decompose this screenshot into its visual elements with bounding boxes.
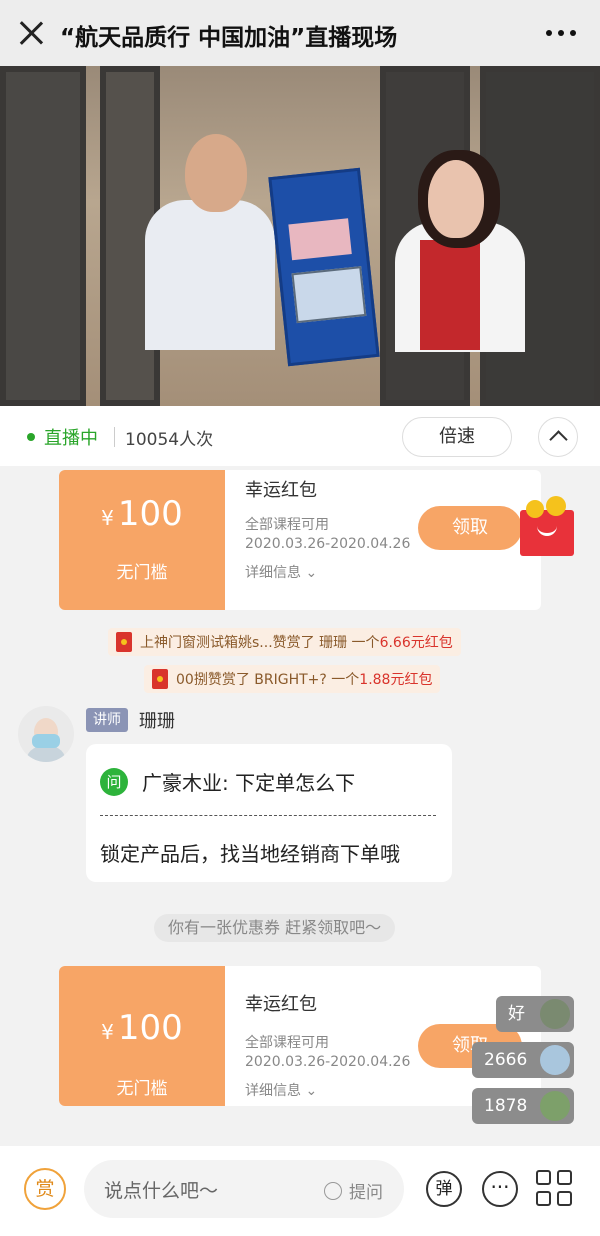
coupon-value-panel: ¥100 无门槛 xyxy=(59,470,225,610)
reward-notice: 上神门窗测试箱姚s... 赞赏了 珊珊 一个 6.66元红包 xyxy=(108,628,461,656)
reward-notice: 00捌 赞赏了 BRIGHT+? 一个 1.88元红包 xyxy=(144,665,441,693)
coupon-prompt: 你有一张优惠券 赶紧领取吧～ xyxy=(154,914,396,942)
lecturer-badge: 讲师 xyxy=(86,708,128,732)
coupon-threshold: 无门槛 xyxy=(116,1079,168,1099)
ask-question-toggle[interactable] xyxy=(324,1182,342,1200)
more-options-icon[interactable] xyxy=(546,30,576,36)
red-envelope-icon xyxy=(152,669,168,689)
promo-poster xyxy=(268,167,380,367)
ask-question-label[interactable]: 提问 xyxy=(349,1178,383,1203)
danmaku-message: 2666 xyxy=(472,1042,574,1078)
question-icon: 问 xyxy=(100,768,128,796)
comment-input[interactable]: 说点什么吧～ 提问 xyxy=(84,1160,404,1218)
presenter-man-head xyxy=(185,134,247,212)
playback-speed-button[interactable]: 倍速 xyxy=(402,417,512,457)
coupon-amount: ¥100 xyxy=(101,494,183,534)
coupon-scope: 全部课程可用 xyxy=(245,517,329,533)
coupon-amount: ¥100 xyxy=(101,1008,183,1048)
claim-button[interactable]: 领取 xyxy=(418,506,522,550)
coupon-value-panel: ¥100 无门槛 xyxy=(59,966,225,1106)
live-indicator: 直播中 xyxy=(44,428,98,449)
close-icon[interactable] xyxy=(18,20,44,46)
live-video-player[interactable] xyxy=(0,66,600,406)
viewer-count: 10054人次 xyxy=(125,430,214,450)
divider xyxy=(100,815,436,816)
comment-placeholder: 说点什么吧～ xyxy=(104,1180,219,1202)
sender-name: 珊珊 xyxy=(139,711,175,732)
red-packet-icon[interactable] xyxy=(520,496,574,556)
grid-menu-icon[interactable] xyxy=(536,1170,574,1208)
danmaku-avatar xyxy=(540,1045,570,1075)
presenter-man xyxy=(145,200,275,350)
presenter-woman-dress xyxy=(420,240,480,350)
answer-text: 锁定产品后，找当地经销商下单哦 xyxy=(100,842,400,866)
coupon-detail-link[interactable]: 详细信息 ⌄ xyxy=(245,1080,317,1100)
danmaku-avatar xyxy=(540,1091,570,1121)
danmaku-message: 1878 xyxy=(472,1088,574,1124)
chevron-up-icon[interactable] xyxy=(538,417,578,457)
coupon-name: 幸运红包 xyxy=(245,994,317,1015)
coupon-threshold: 无门槛 xyxy=(116,563,168,583)
danmaku-avatar xyxy=(540,999,570,1029)
page-title: “航天品质行 中国加油”直播现场 xyxy=(60,25,398,51)
danmaku-toggle-button[interactable]: 弹 xyxy=(426,1171,462,1207)
window-frame xyxy=(0,66,86,406)
reward-button[interactable]: 赏 xyxy=(24,1168,66,1210)
divider xyxy=(114,427,115,447)
coupon-detail-link[interactable]: 详细信息 ⌄ xyxy=(245,562,317,582)
danmaku-message: 好 xyxy=(496,996,574,1032)
chat-bubble-icon[interactable]: ··· xyxy=(482,1171,518,1207)
red-envelope-icon xyxy=(116,632,132,652)
avatar[interactable] xyxy=(18,706,74,762)
coupon-date-range: 2020.03.26-2020.04.26 xyxy=(245,536,411,552)
coupon-date-range: 2020.03.26-2020.04.26 xyxy=(245,1054,411,1070)
title-bar: “航天品质行 中国加油”直播现场 xyxy=(0,0,600,66)
coupon-name: 幸运红包 xyxy=(245,480,317,501)
presenter-woman-head xyxy=(428,160,484,238)
coupon-scope: 全部课程可用 xyxy=(245,1035,329,1051)
live-dot-icon xyxy=(27,433,35,441)
question-text: 广豪木业: 下定单怎么下 xyxy=(142,771,356,795)
